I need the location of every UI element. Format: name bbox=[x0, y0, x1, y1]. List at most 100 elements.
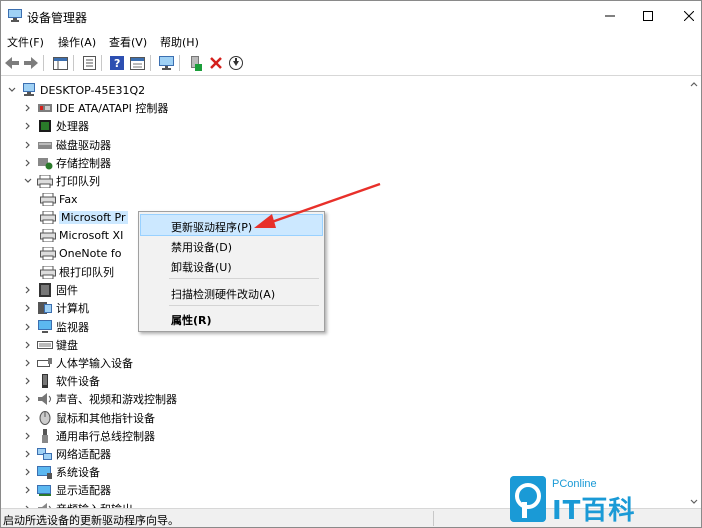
menu-update-driver-label: 更新驱动程序(P) bbox=[171, 221, 253, 234]
mouse-icon bbox=[37, 410, 53, 425]
chevron-right-icon[interactable] bbox=[23, 481, 33, 499]
tree-category-item[interactable]: 计算机 bbox=[23, 299, 89, 317]
tree-item-label: 固件 bbox=[56, 284, 78, 298]
tree-category-item[interactable]: 鼠标和其他指针设备 bbox=[23, 409, 155, 427]
tree-item-label: Microsoft Pr bbox=[59, 210, 128, 224]
disk-drive-icon bbox=[37, 138, 53, 152]
menu-separator bbox=[169, 278, 319, 279]
scroll-up-icon[interactable] bbox=[690, 82, 698, 87]
tree-category-item[interactable]: 键盘 bbox=[23, 336, 78, 354]
tree-item-label: 存储控制器 bbox=[56, 156, 111, 170]
menu-action[interactable]: 操作(A) bbox=[58, 34, 96, 50]
chevron-right-icon[interactable] bbox=[23, 409, 33, 427]
tree-category-item[interactable]: 软件设备 bbox=[23, 372, 100, 390]
view-button[interactable] bbox=[128, 54, 146, 72]
chevron-right-icon[interactable] bbox=[23, 445, 33, 463]
tree-category-item[interactable]: 通用串行总线控制器 bbox=[23, 427, 155, 445]
tree-root[interactable]: DESKTOP-45E31Q2 bbox=[7, 81, 145, 99]
chevron-down-icon[interactable] bbox=[7, 81, 17, 99]
tree-item-label: IDE ATA/ATAPI 控制器 bbox=[56, 102, 169, 116]
tree-category-item[interactable]: 声音、视频和游戏控制器 bbox=[23, 390, 177, 408]
update-driver-button[interactable] bbox=[187, 54, 205, 72]
chevron-right-icon[interactable] bbox=[23, 372, 33, 390]
menu-properties[interactable]: 属性(R) bbox=[141, 308, 322, 328]
menu-help[interactable]: 帮助(H) bbox=[160, 34, 199, 50]
tree-category-item[interactable]: 显示适配器 bbox=[23, 481, 111, 499]
tree-child-item[interactable]: Fax bbox=[40, 190, 78, 208]
chevron-right-icon[interactable] bbox=[23, 427, 33, 445]
tree-item-label: 键盘 bbox=[56, 338, 78, 352]
tree-item-label: 根打印队列 bbox=[59, 266, 114, 279]
watermark: PConline IT百科 bbox=[510, 476, 660, 526]
chevron-right-icon[interactable] bbox=[23, 463, 33, 481]
tree-item-label: 通用串行总线控制器 bbox=[56, 429, 155, 443]
menu-uninstall-device[interactable]: 卸载设备(U) bbox=[141, 255, 322, 275]
chevron-right-icon[interactable] bbox=[23, 117, 33, 135]
tree-child-item[interactable]: 根打印队列 bbox=[40, 263, 114, 281]
tree-category-item[interactable]: 固件 bbox=[23, 281, 78, 299]
printer-icon bbox=[40, 265, 56, 279]
device-tree: DESKTOP-45E31Q2 IDE ATA/ATAPI 控制器 处理器 磁盘驱动… bbox=[1, 78, 687, 508]
maximize-icon bbox=[643, 11, 653, 21]
scroll-down-icon[interactable] bbox=[690, 499, 698, 504]
tree-category-item[interactable]: 网络适配器 bbox=[23, 445, 111, 463]
scan-hardware-button[interactable] bbox=[157, 54, 175, 72]
forward-button[interactable] bbox=[22, 54, 40, 72]
vertical-scrollbar[interactable] bbox=[687, 78, 701, 508]
hid-icon bbox=[37, 356, 53, 370]
download-circle-icon bbox=[229, 56, 243, 70]
tree-item-label: 显示适配器 bbox=[56, 484, 111, 498]
chevron-right-icon[interactable] bbox=[23, 136, 33, 154]
chevron-right-icon[interactable] bbox=[23, 154, 33, 172]
tree-category-item[interactable]: 监视器 bbox=[23, 318, 89, 336]
tree-item-label: 鼠标和其他指针设备 bbox=[56, 411, 155, 425]
tree-item-label: 声音、视频和游戏控制器 bbox=[56, 393, 177, 407]
back-button[interactable] bbox=[3, 54, 21, 72]
properties-button[interactable] bbox=[80, 54, 98, 72]
uninstall-button[interactable] bbox=[207, 54, 225, 72]
tree-item-label: 监视器 bbox=[56, 320, 89, 334]
tree-child-item[interactable]: Microsoft XI bbox=[40, 227, 123, 245]
menu-file[interactable]: 文件(F) bbox=[7, 34, 44, 50]
chevron-right-icon[interactable] bbox=[23, 281, 33, 299]
chevron-right-icon[interactable] bbox=[23, 354, 33, 372]
chevron-right-icon[interactable] bbox=[23, 99, 33, 117]
menu-disable-device[interactable]: 禁用设备(D) bbox=[141, 235, 322, 255]
menu-view[interactable]: 查看(V) bbox=[109, 34, 147, 50]
chevron-right-icon[interactable] bbox=[23, 500, 33, 508]
firmware-icon bbox=[37, 283, 53, 298]
chevron-right-icon[interactable] bbox=[23, 299, 33, 317]
processor-icon bbox=[37, 119, 53, 133]
tree-category-item[interactable]: 存储控制器 bbox=[23, 154, 111, 172]
pconline-logo-icon bbox=[510, 476, 546, 522]
close-button[interactable] bbox=[666, 1, 701, 31]
toolbar-separator bbox=[101, 55, 102, 71]
monitor-icon bbox=[37, 319, 53, 334]
help-button[interactable]: ? bbox=[108, 54, 126, 72]
chevron-right-icon[interactable] bbox=[23, 390, 33, 408]
tree-child-item[interactable]: Microsoft Pr bbox=[40, 208, 128, 226]
chevron-right-icon[interactable] bbox=[23, 318, 33, 336]
show-hide-tree-button[interactable] bbox=[51, 54, 69, 72]
tree-category-item[interactable]: 系统设备 bbox=[23, 463, 100, 481]
display-adapter-icon bbox=[37, 483, 53, 497]
monitor-scan-icon bbox=[158, 56, 174, 70]
maximize-button[interactable] bbox=[625, 1, 671, 31]
menu-scan-hardware[interactable]: 扫描检测硬件改动(A) bbox=[141, 282, 322, 302]
update-driver-icon bbox=[191, 55, 202, 71]
chevron-right-icon[interactable] bbox=[23, 336, 33, 354]
tree-category-item[interactable]: 磁盘驱动器 bbox=[23, 136, 111, 154]
tree-category-item[interactable]: 人体学输入设备 bbox=[23, 354, 133, 372]
computer-icon bbox=[21, 83, 37, 97]
chevron-down-icon[interactable] bbox=[23, 172, 33, 190]
menu-bar: 文件(F) 操作(A) 查看(V) 帮助(H) bbox=[1, 31, 701, 51]
tree-category-item[interactable]: 打印队列 bbox=[23, 172, 100, 190]
tree-item-label: 音频输入和输出 bbox=[56, 501, 133, 508]
tree-child-item[interactable]: OneNote fo bbox=[40, 245, 122, 263]
tree-category-item[interactable]: 处理器 bbox=[23, 117, 89, 135]
enable-device-button[interactable] bbox=[227, 54, 245, 72]
tree-category-item[interactable]: 音频输入和输出 bbox=[23, 500, 133, 508]
annotation-arrow-icon bbox=[254, 182, 381, 228]
tree-category-item[interactable]: IDE ATA/ATAPI 控制器 bbox=[23, 99, 168, 117]
status-divider bbox=[433, 511, 434, 526]
